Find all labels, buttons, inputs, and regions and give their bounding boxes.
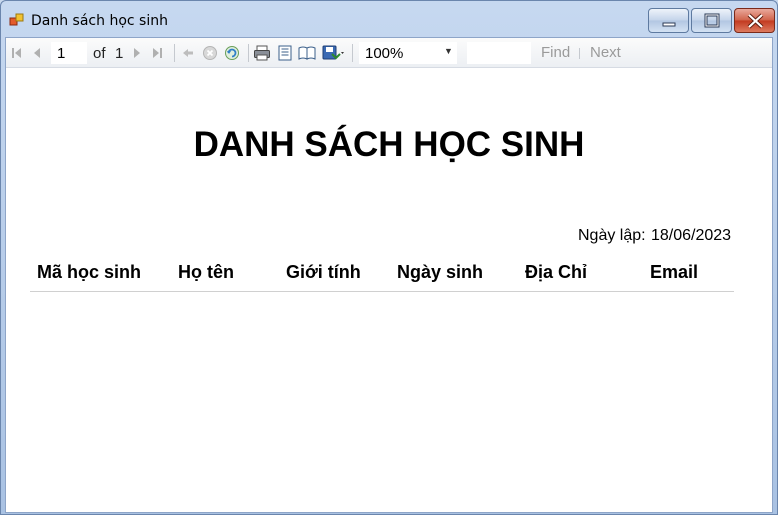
header-divider xyxy=(30,291,734,292)
back-icon[interactable] xyxy=(180,43,196,63)
report-viewer-window: Danh sách học sinh 1 of 1 100% ▼ Find Ne… xyxy=(0,0,778,515)
first-page-icon[interactable] xyxy=(10,43,24,63)
next-link[interactable]: Next xyxy=(590,44,621,61)
refresh-icon[interactable] xyxy=(224,43,240,63)
previous-page-icon[interactable] xyxy=(30,43,44,63)
minimize-button[interactable] xyxy=(648,8,689,33)
window-title: Danh sách học sinh xyxy=(31,13,168,29)
print-layout-icon[interactable] xyxy=(276,43,294,63)
zoom-select[interactable]: 100% xyxy=(359,42,457,64)
title-bar[interactable]: Danh sách học sinh xyxy=(1,1,777,37)
restore-icon xyxy=(704,13,720,28)
of-label: of xyxy=(93,45,106,62)
close-icon xyxy=(747,13,764,29)
created-date-value: 18/06/2023 xyxy=(651,227,732,244)
toolbar-separator xyxy=(248,44,249,62)
column-header-student-id: Mã học sinh xyxy=(37,262,142,282)
report-toolbar: 1 of 1 100% ▼ Find Next xyxy=(6,38,772,68)
find-input[interactable] xyxy=(467,42,531,64)
column-header-email: Email xyxy=(650,262,699,282)
toolbar-separator xyxy=(352,44,353,62)
chevron-down-icon[interactable]: ▼ xyxy=(444,46,453,56)
column-header-gender: Giới tính xyxy=(286,262,361,282)
find-separator xyxy=(579,48,580,59)
stop-icon[interactable] xyxy=(202,43,218,63)
created-date-label: Ngày lập: xyxy=(578,227,646,244)
report-title: DANH SÁCH HỌC SINH xyxy=(193,125,585,164)
print-icon[interactable] xyxy=(253,43,271,63)
column-header-address: Địa Chỉ xyxy=(525,262,588,282)
find-link[interactable]: Find xyxy=(541,44,570,61)
total-pages-label: 1 xyxy=(115,45,124,62)
last-page-icon[interactable] xyxy=(150,43,164,63)
report-page: DANH SÁCH HỌC SINH Ngày lập: 18/06/2023 … xyxy=(6,69,772,512)
close-button[interactable] xyxy=(734,8,775,33)
current-page-input[interactable]: 1 xyxy=(51,42,87,64)
app-icon xyxy=(9,12,25,28)
toolbar-separator xyxy=(174,44,175,62)
report-viewer: 1 of 1 100% ▼ Find Next DANH SÁCH HỌC SI… xyxy=(5,37,773,513)
column-header-birth-date: Ngày sinh xyxy=(397,262,484,282)
export-icon[interactable] xyxy=(322,43,346,63)
maximize-button[interactable] xyxy=(691,8,732,33)
minimize-icon xyxy=(662,22,676,27)
page-setup-icon[interactable] xyxy=(298,43,316,63)
column-header-full-name: Họ tên xyxy=(178,262,234,282)
next-page-icon[interactable] xyxy=(130,43,144,63)
